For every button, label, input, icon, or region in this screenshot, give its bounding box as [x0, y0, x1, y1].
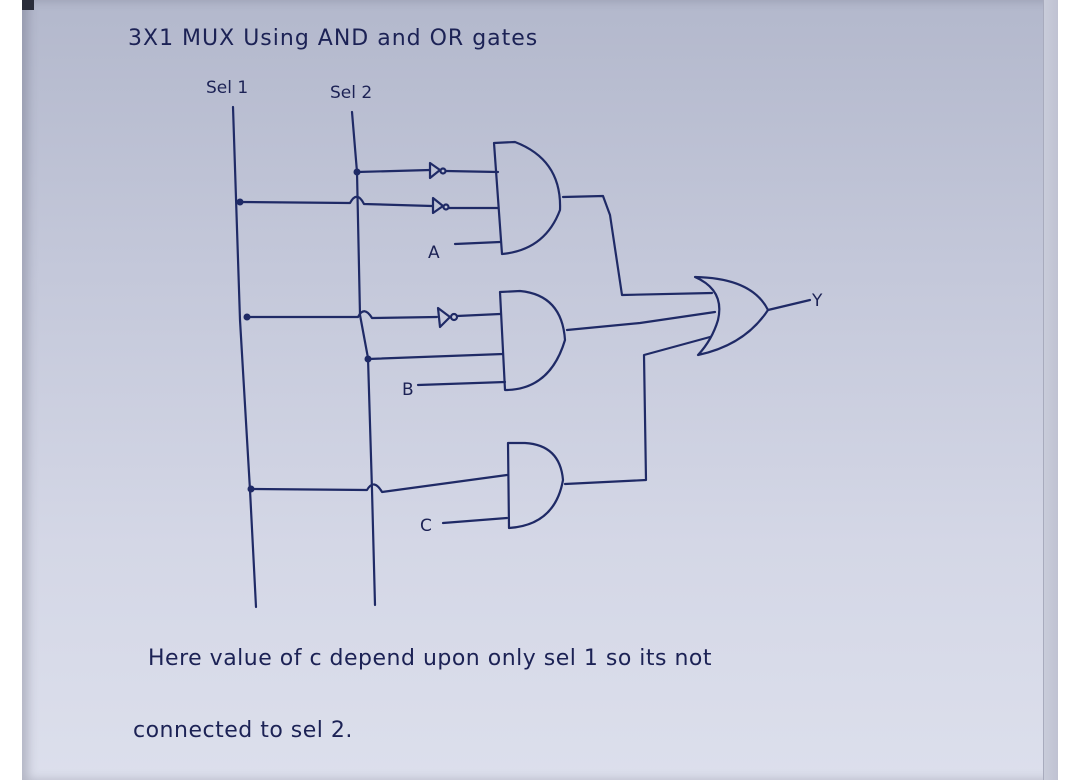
diagram-title: 3X1 MUX Using AND and OR gates [128, 26, 538, 51]
not-bubble-3 [449, 312, 459, 322]
wire-sel1-to-and3-hop [249, 473, 509, 494]
wire-sel1-to-not2-hop [238, 195, 434, 208]
sel2-label: Sel 2 [330, 83, 372, 103]
and-gate-3 [506, 441, 565, 530]
wire-and3-to-or [563, 335, 712, 486]
wire-sel2-to-and2 [366, 352, 505, 361]
input-c-label: C [420, 516, 432, 536]
not-gate-1 [428, 161, 442, 180]
wire-a-to-and1 [453, 240, 502, 246]
not-bubble-1 [439, 167, 447, 175]
not-gate-3 [436, 306, 452, 329]
not-bubble-2 [442, 203, 450, 211]
wire-or-output [766, 298, 812, 312]
input-a-label: A [428, 243, 440, 263]
wire-not3-to-and2 [455, 312, 502, 318]
or-gate [693, 275, 770, 357]
note-line-1: Here value of c depend upon only sel 1 s… [148, 646, 712, 671]
wire-and1-to-or [561, 194, 714, 297]
sel1-line [231, 105, 258, 609]
wire-not1-to-and1 [444, 169, 500, 174]
wire-sel2-to-not1 [355, 168, 432, 174]
and-gate-1 [492, 140, 562, 256]
not-gate-2 [431, 196, 445, 215]
mux-circuit-diagram: 3X1 MUX Using AND and OR gates Sel 1 Sel… [128, 26, 823, 743]
wire-c-to-and3 [441, 516, 509, 525]
note-line-2: connected to sel 2. [133, 718, 353, 743]
input-b-label: B [402, 380, 414, 400]
wire-b-to-and2 [416, 380, 507, 387]
wire-and2-to-or [565, 310, 717, 332]
sel1-label: Sel 1 [206, 78, 248, 98]
output-y-label: Y [811, 291, 823, 311]
wire-sel1-to-not3-hop [245, 310, 439, 320]
and-gate-2 [498, 289, 567, 392]
